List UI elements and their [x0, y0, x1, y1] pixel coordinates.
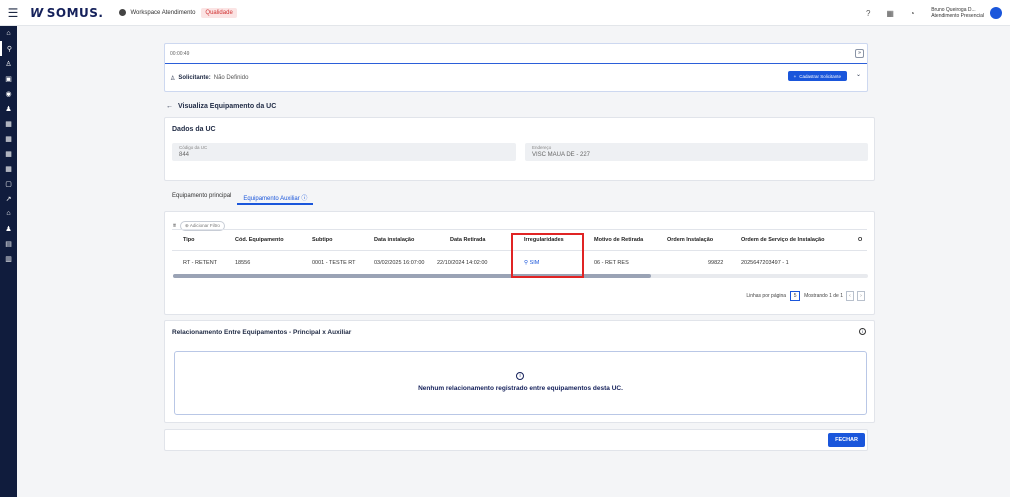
add-filter-label: Adicionar Filtro — [189, 223, 220, 228]
page-title-text: Visualiza Equipamento da UC — [178, 103, 277, 110]
timer-value: 00:00:49 — [170, 50, 190, 57]
grid-icon[interactable]: ▦ — [0, 116, 17, 131]
bell-icon[interactable]: ◔ — [901, 9, 923, 18]
relationship-card: Relacionamento Entre Equipamentos - Prin… — [164, 320, 875, 423]
grid-icon[interactable]: ▦ — [0, 161, 17, 176]
grid-icon[interactable]: ▦ — [0, 146, 17, 161]
col-ordem-instalacao[interactable]: Ordem Instalação — [667, 237, 713, 243]
money-icon[interactable]: ◉ — [0, 86, 17, 101]
document-icon[interactable]: ▢ — [0, 176, 17, 191]
expand-button[interactable]: » — [855, 49, 864, 58]
relationship-title: Relacionamento Entre Equipamentos - Prin… — [172, 329, 352, 336]
chevron-down-icon[interactable]: ⌄ — [856, 71, 861, 78]
sidebar: ⌂ ⚲ ♙ ▣ ◉ ♟ ▦ ▦ ▦ ▦ ▢ ↗ ⌂ ♟ ▤ ▥ — [0, 26, 17, 497]
help-icon[interactable]: ? — [857, 9, 879, 18]
solicitante-row: ♙ Solicitante: Não Definido — [165, 64, 867, 92]
user-role: Atendimento Presencial — [931, 13, 984, 19]
home-icon[interactable]: ⌂ — [0, 206, 17, 221]
uc-data-card: Dados da UC Código da UC 844 Endereço VI… — [164, 117, 875, 181]
cell-ordem-instalacao: 99822 — [708, 260, 724, 266]
col-overflow[interactable]: O — [858, 237, 862, 243]
workspace-label: Workspace Atendimento — [130, 9, 196, 16]
empty-message: Nenhum relacionamento registrado entre e… — [418, 385, 623, 392]
pagination: Linhas por página 5 Mostrando 1 de 1 ‹ › — [746, 291, 865, 301]
cell-tipo: RT - RETENT — [183, 260, 218, 266]
users-icon[interactable]: ♙ — [0, 56, 17, 71]
route-icon[interactable]: ↗ — [0, 191, 17, 206]
back-arrow-icon[interactable]: ← — [166, 103, 173, 110]
uc-code-value: 844 — [179, 152, 190, 158]
workspace-selector[interactable]: Workspace Atendimento — [119, 9, 195, 16]
col-data-instalacao[interactable]: Data instalação — [374, 237, 414, 243]
users-icon: ♙ — [170, 75, 176, 82]
info-icon: i — [516, 372, 524, 380]
prev-page-button[interactable]: ‹ — [846, 291, 854, 301]
menu-icon[interactable]: ☰ — [0, 0, 26, 26]
attendance-card: 00:00:49 » ♙ Solicitante: Não Definido +… — [164, 43, 868, 92]
user-info[interactable]: Bruno Queiroga D... Atendimento Presenci… — [931, 7, 984, 19]
cell-codigo: 18556 — [235, 260, 251, 266]
people-icon[interactable]: ♟ — [0, 101, 17, 116]
cell-ordem-servico: 2025647203497 - 1 — [741, 260, 789, 266]
uc-code-field: Código da UC 844 — [172, 143, 516, 161]
solicitante-value: Não Definido — [213, 75, 249, 81]
tab-principal[interactable]: Equipamento principal — [166, 186, 237, 205]
grid-icon[interactable]: ▦ — [0, 131, 17, 146]
list-icon[interactable]: ▤ — [0, 236, 17, 251]
tab-auxiliar-label: Equipamento Auxiliar — [243, 196, 300, 202]
empty-state: i Nenhum relacionamento registrado entre… — [174, 351, 867, 415]
equipment-tabs: Equipamento principal Equipamento Auxili… — [166, 186, 314, 205]
col-ordem-servico[interactable]: Ordem de Serviço de Instalação — [741, 237, 824, 243]
clipboard-icon[interactable]: ▣ — [0, 71, 17, 86]
cell-data-retirada: 22/10/2024 14:02:00 — [437, 260, 488, 266]
card-icon[interactable]: ▥ — [0, 251, 17, 266]
add-solicitante-button[interactable]: + Cadastrar Solicitante — [787, 71, 847, 81]
workspace-icon — [119, 9, 127, 16]
search-icon[interactable]: ⚲ — [0, 41, 17, 56]
page-info: Mostrando 1 de 1 — [804, 293, 843, 299]
col-subtipo[interactable]: Subtipo — [312, 237, 332, 243]
rows-per-page-select[interactable]: 5 — [790, 291, 801, 301]
logo-mark: W — [30, 5, 44, 20]
info-icon[interactable]: i — [859, 328, 866, 335]
logo-text: SOMUS. — [46, 5, 104, 20]
calendar-icon[interactable]: ▦ — [879, 9, 901, 18]
add-solicitante-label: Cadastrar Solicitante — [799, 73, 841, 79]
col-tipo[interactable]: Tipo — [183, 237, 195, 243]
rows-per-page-label: Linhas por página — [746, 293, 787, 299]
col-codigo[interactable]: Cód. Equipamento — [235, 237, 284, 243]
cell-subtipo: 0001 - TESTE RT — [312, 260, 356, 266]
address-field: Endereço VISC MAUA DE - 227 — [525, 143, 868, 161]
next-page-button[interactable]: › — [857, 291, 865, 301]
col-motivo[interactable]: Motivo de Retirada — [594, 237, 643, 243]
cell-motivo: 06 - RET RES — [594, 260, 629, 266]
address-value: VISC MAUA DE - 227 — [532, 152, 591, 158]
col-data-retirada[interactable]: Data Retirada — [450, 237, 485, 243]
info-icon: ⓘ — [301, 196, 308, 202]
logo: W SOMUS. — [30, 6, 103, 20]
address-label: Endereço — [532, 145, 552, 150]
close-button[interactable]: FECHAR — [828, 433, 865, 447]
timer: 00:00:49 — [165, 44, 867, 64]
footer-bar: FECHAR — [164, 429, 868, 451]
people-icon[interactable]: ♟ — [0, 221, 17, 236]
solicitante-label: Solicitante: — [178, 75, 211, 81]
table-divider — [172, 229, 867, 230]
uc-data-title: Dados da UC — [172, 126, 216, 133]
tab-auxiliar[interactable]: Equipamento Auxiliar ⓘ — [237, 186, 314, 205]
uc-code-label: Código da UC — [179, 145, 208, 150]
cell-data-instalacao: 03/02/2025 16:07:00 — [374, 260, 425, 266]
home-icon[interactable]: ⌂ — [0, 26, 17, 41]
page-title: ← Visualiza Equipamento da UC — [166, 103, 276, 110]
avatar[interactable] — [990, 7, 1002, 19]
quality-badge: Qualidade — [201, 7, 237, 18]
add-user-icon: + — [793, 73, 797, 79]
top-bar: ☰ W SOMUS. Workspace Atendimento Qualida… — [0, 0, 1010, 26]
highlight-box — [511, 233, 584, 278]
